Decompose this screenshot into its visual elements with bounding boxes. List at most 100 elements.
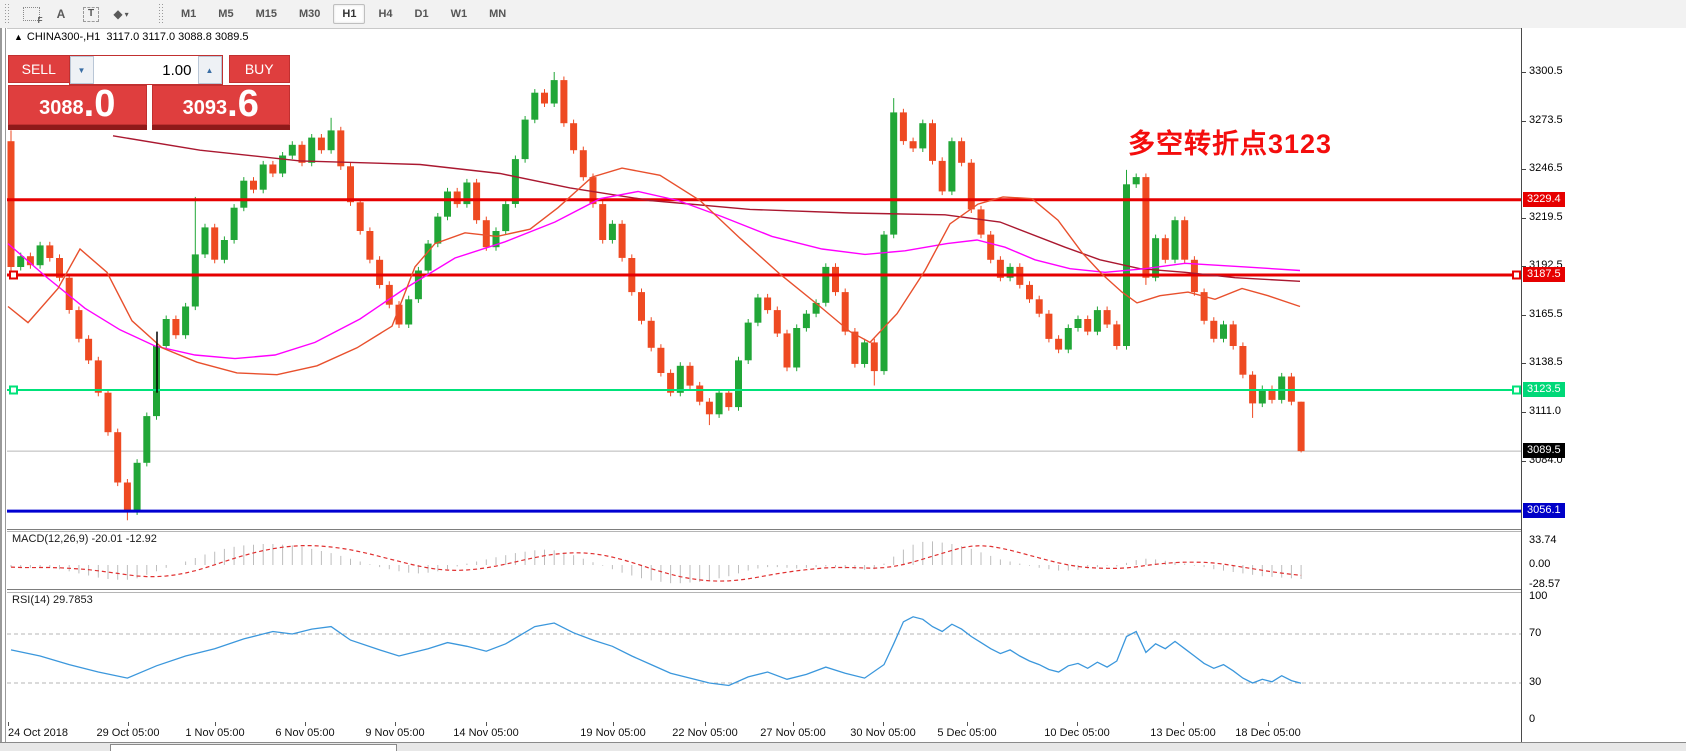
candle [560, 80, 567, 123]
macd-chart[interactable] [7, 531, 1521, 589]
candle [531, 93, 538, 120]
date-label: 22 Nov 05:00 [672, 727, 737, 739]
buy-price-display[interactable]: 3093.6 [152, 85, 291, 125]
price-tick-label: 3273.5 [1529, 114, 1563, 126]
candle [1104, 310, 1111, 324]
candle [318, 138, 325, 151]
candle [1133, 177, 1140, 184]
candle [1298, 402, 1305, 451]
macd-scale-label: 0.00 [1529, 558, 1550, 570]
timeframe-button-D1[interactable]: D1 [406, 4, 438, 24]
sell-button[interactable]: SELL [8, 55, 69, 83]
price-badge-3187.5: 3187.5 [1523, 267, 1565, 282]
support-line-3123-handle[interactable] [1513, 387, 1520, 394]
pane-separator-3[interactable] [7, 589, 1521, 590]
candle [948, 141, 955, 191]
collapse-triangle-icon[interactable]: ▲ [14, 32, 23, 42]
timeframe-button-M5[interactable]: M5 [209, 4, 242, 24]
candle [541, 93, 548, 104]
price-tick-label: 3300.5 [1529, 65, 1563, 77]
window-splitter[interactable] [0, 28, 7, 751]
candle [1055, 339, 1062, 350]
candle [580, 150, 587, 177]
toolbar-drag-handle[interactable] [4, 4, 12, 24]
macd-scale-label: 33.74 [1529, 534, 1557, 546]
date-label: 29 Oct 05:00 [97, 727, 160, 739]
candle [609, 224, 616, 240]
candle [134, 463, 141, 512]
date-label: 13 Dec 05:00 [1150, 727, 1215, 739]
candle [202, 227, 209, 254]
candle [1210, 321, 1217, 339]
date-tick [215, 722, 216, 726]
chart-text-annotation[interactable]: 多空转折点3123 [1128, 122, 1332, 161]
candle [328, 130, 335, 150]
candle [17, 256, 24, 267]
date-tick [486, 722, 487, 726]
date-label: 5 Dec 05:00 [937, 727, 996, 739]
candle [522, 120, 529, 160]
indicator-grid-icon[interactable]: F [18, 2, 44, 26]
candle [687, 366, 694, 386]
pane-separator[interactable] [7, 529, 1521, 530]
date-label: 30 Nov 05:00 [850, 727, 915, 739]
timeframe-button-M1[interactable]: M1 [172, 4, 205, 24]
objects-icon[interactable]: ◆ ▾ [108, 2, 134, 26]
timeframe-button-MN[interactable]: MN [480, 4, 515, 24]
candle [696, 386, 703, 402]
candle [46, 245, 53, 258]
date-label: 18 Dec 05:00 [1235, 727, 1300, 739]
bottom-window-strip [0, 742, 1686, 751]
candle [1026, 285, 1033, 299]
price-axis[interactable]: 3300.53273.53246.53219.53192.53165.53138… [1521, 28, 1686, 742]
price-tick [1522, 169, 1526, 170]
resistance-line-3187-handle[interactable] [10, 272, 17, 279]
candle [764, 298, 771, 311]
rsi-chart[interactable] [7, 592, 1521, 722]
timeframe-button-M30[interactable]: M30 [290, 4, 329, 24]
chart-title-text: CHINA300-,H1 3117.0 3117.0 3088.8 3089.5 [27, 31, 249, 43]
sell-price-display[interactable]: 3088.0 [8, 85, 147, 125]
price-badge-3056.1: 3056.1 [1523, 503, 1565, 518]
candle [754, 298, 761, 323]
one-click-trading-panel: SELL ▼ ▲ BUY 3088.0 3093.6 [8, 55, 290, 130]
trade-panel-bottom-bar [8, 125, 290, 130]
timeframe-button-H1[interactable]: H1 [333, 4, 365, 24]
font-a-icon[interactable]: A [48, 2, 74, 26]
candle [231, 208, 238, 240]
volume-increase-button[interactable]: ▲ [198, 56, 222, 84]
candle [1162, 238, 1169, 260]
buy-button[interactable]: BUY [229, 55, 291, 83]
candle [677, 366, 684, 393]
support-line-3123-handle[interactable] [10, 387, 17, 394]
candle [163, 319, 170, 346]
candle [366, 231, 373, 260]
timeframe-bar: M1M5M15M30H1H4D1W1MN [170, 4, 517, 24]
candle [1142, 177, 1149, 278]
candle [861, 342, 868, 364]
volume-input[interactable] [94, 56, 198, 84]
candle [851, 332, 858, 364]
toolbar-drag-handle-2[interactable] [158, 4, 166, 24]
trading-app-window: F A T ◆ ▾ M1M5M15M30H1H4D1W1MN ▲ CHINA300… [0, 0, 1686, 751]
text-label-icon[interactable]: T [78, 2, 104, 26]
candle [473, 183, 480, 221]
candle [95, 360, 102, 392]
resistance-line-3187-handle[interactable] [1513, 272, 1520, 279]
time-axis[interactable]: 24 Oct 201829 Oct 05:001 Nov 05:006 Nov … [7, 722, 1521, 742]
timeframe-button-W1[interactable]: W1 [442, 4, 477, 24]
timeframe-button-H4[interactable]: H4 [369, 4, 401, 24]
candle [919, 123, 926, 148]
candle [289, 145, 296, 156]
timeframe-button-M15[interactable]: M15 [247, 4, 286, 24]
candle [1220, 324, 1227, 338]
candle [434, 217, 441, 244]
candle [192, 254, 199, 306]
volume-decrease-button[interactable]: ▼ [70, 56, 94, 84]
candle [182, 307, 189, 336]
candle [454, 192, 461, 205]
candle [978, 209, 985, 234]
objects-glyph: ◆ [113, 7, 122, 21]
price-tick [1522, 218, 1526, 219]
docked-window-tab[interactable] [110, 744, 397, 751]
